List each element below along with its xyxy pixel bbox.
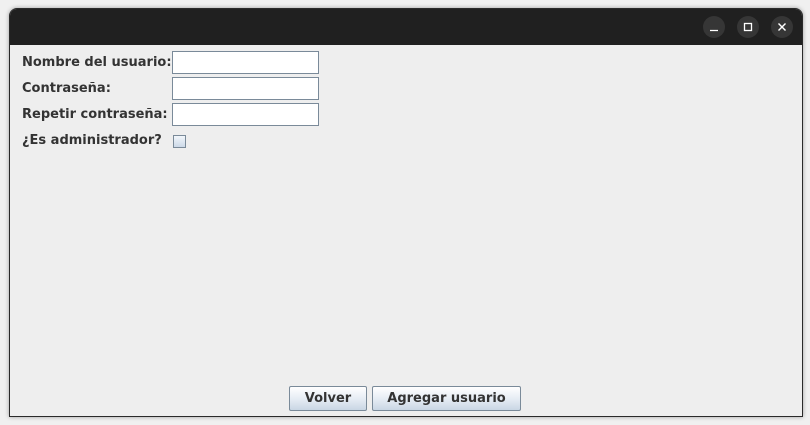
password-field[interactable] xyxy=(172,77,319,100)
repeat-password-label: Repetir contraseña: xyxy=(22,107,168,122)
add-user-button[interactable]: Agregar usuario xyxy=(372,386,521,411)
username-field[interactable] xyxy=(172,51,319,74)
maximize-icon xyxy=(743,22,753,32)
app-window: Nombre del usuario: Contraseña: Repetir … xyxy=(9,8,803,417)
back-button[interactable]: Volver xyxy=(289,386,367,411)
repeat-password-field[interactable] xyxy=(172,103,319,126)
minimize-button[interactable] xyxy=(703,16,725,38)
password-label: Contraseña: xyxy=(22,81,111,96)
is-admin-checkbox[interactable] xyxy=(173,135,186,148)
close-icon xyxy=(778,23,786,31)
is-admin-label: ¿Es administrador? xyxy=(22,133,162,148)
username-label: Nombre del usuario: xyxy=(22,55,172,70)
minimize-icon xyxy=(710,29,718,32)
maximize-button[interactable] xyxy=(737,16,759,38)
title-bar[interactable] xyxy=(10,9,802,45)
close-button[interactable] xyxy=(771,16,793,38)
form-panel: Nombre del usuario: Contraseña: Repetir … xyxy=(10,45,802,416)
